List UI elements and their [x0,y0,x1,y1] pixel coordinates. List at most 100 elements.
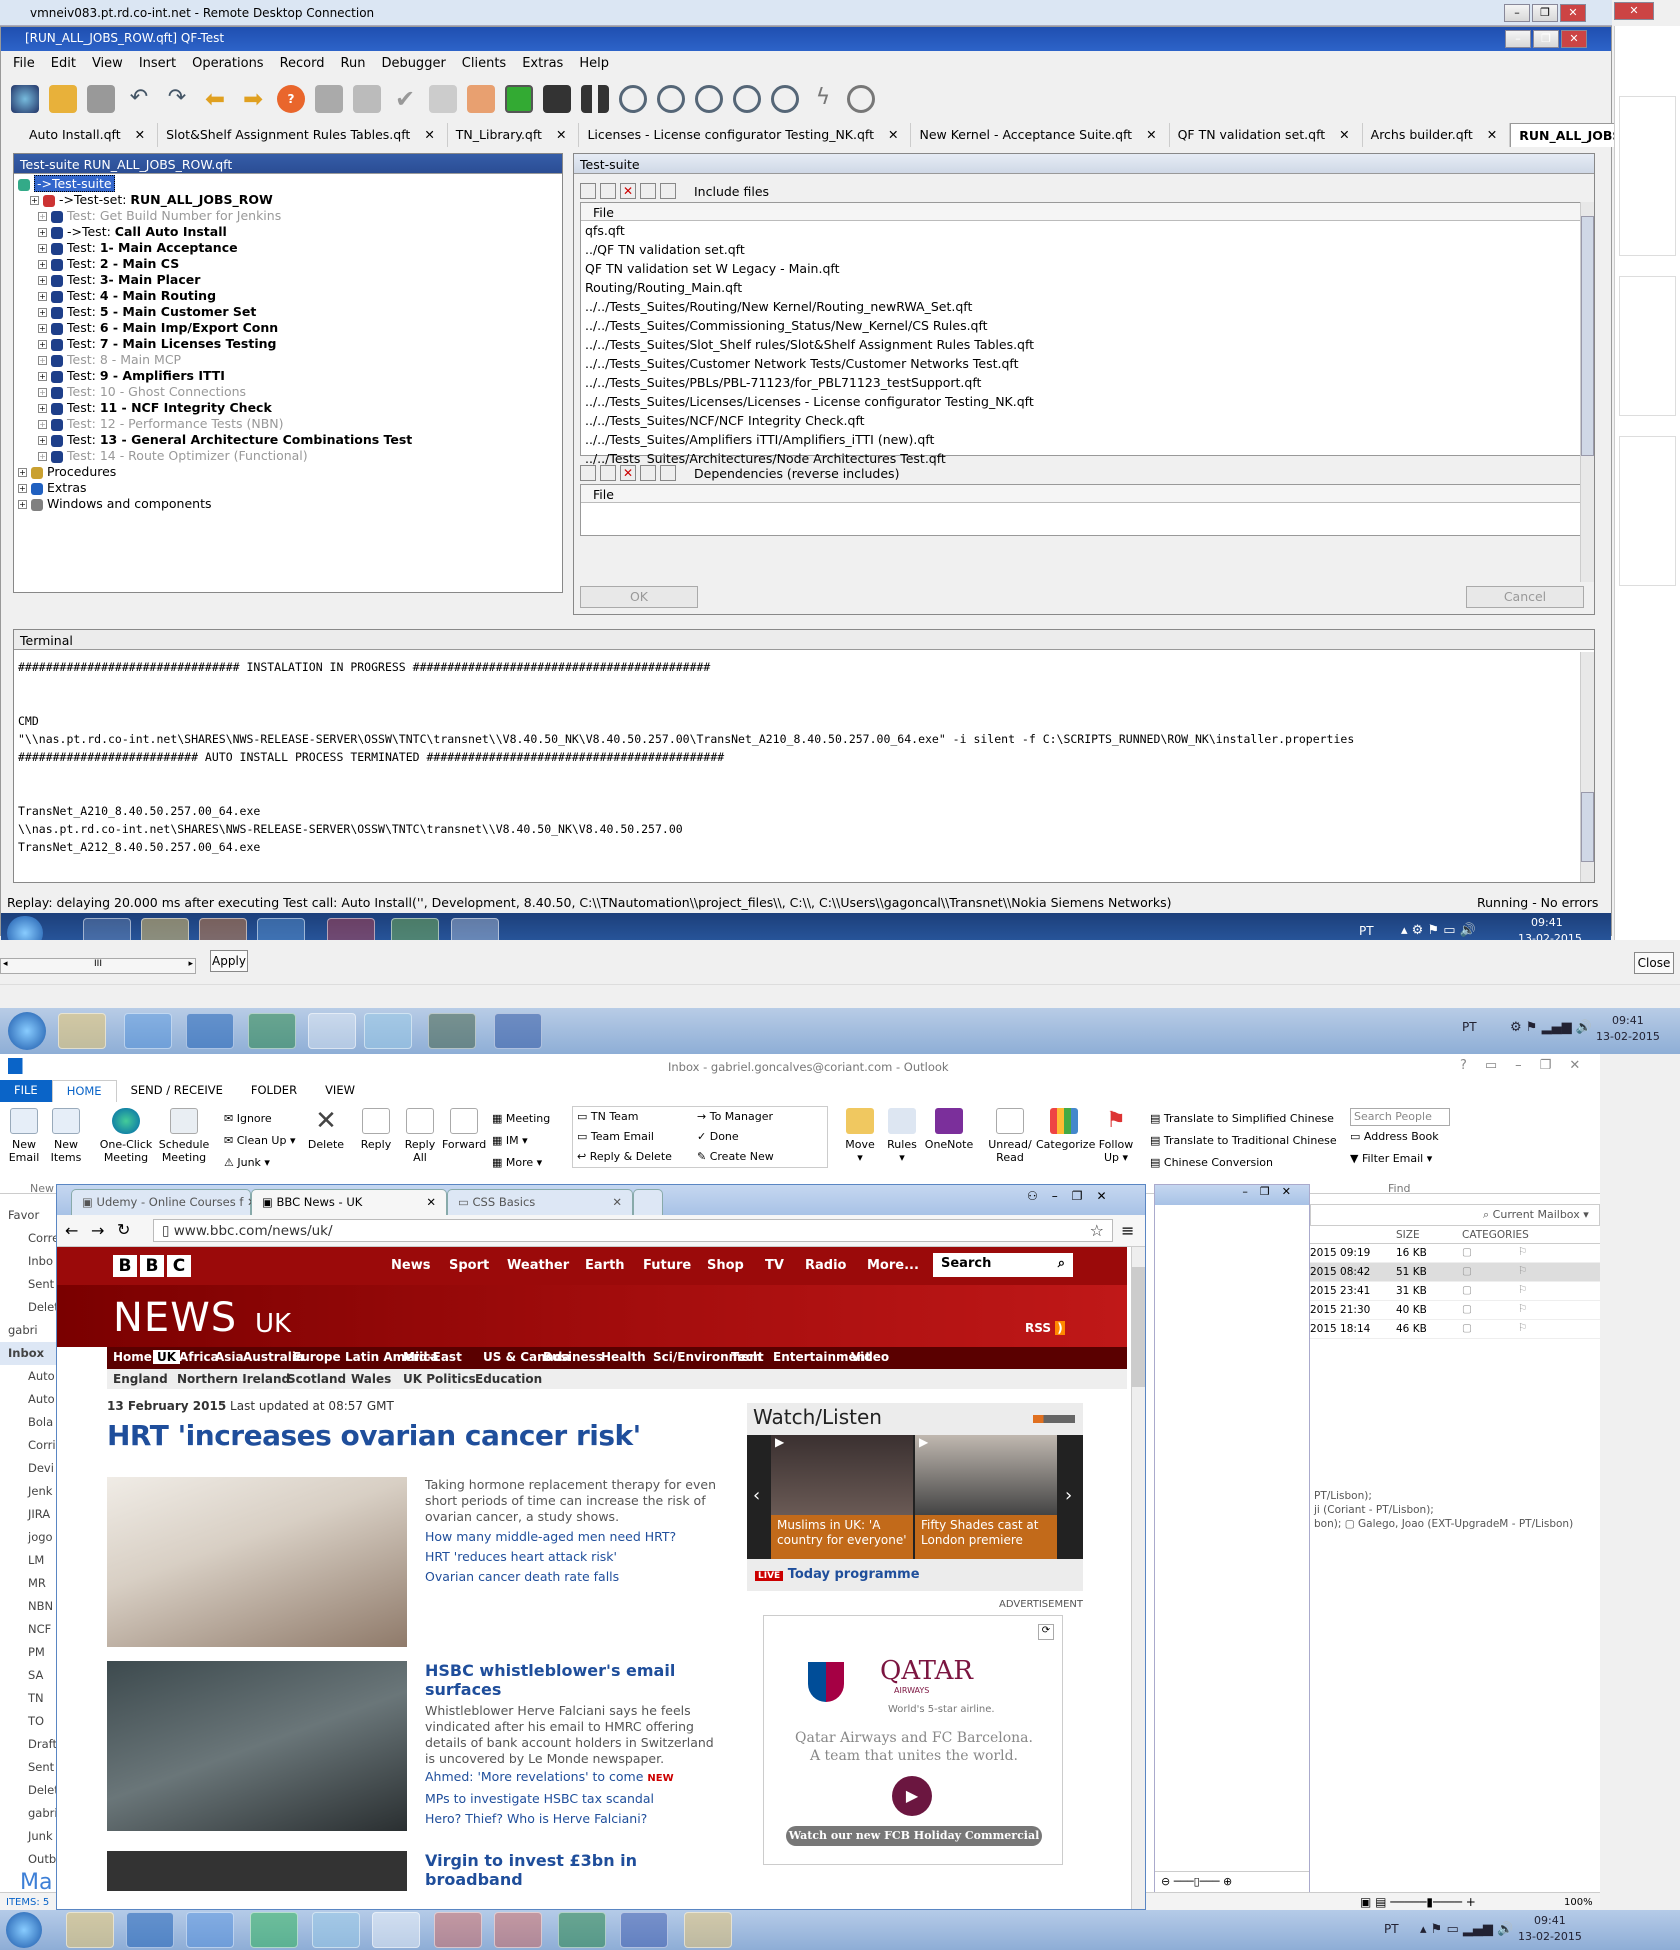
folder-item[interactable]: TN [0,1687,56,1710]
close-icon[interactable]: ✕ [135,127,145,142]
rules-button[interactable]: Rules ▾ [884,1108,920,1164]
lead-link-1[interactable]: How many middle-aged men need HRT? [425,1527,725,1547]
tray-language[interactable]: PT [1359,924,1374,938]
explorer-icon[interactable] [58,1013,106,1049]
save-icon[interactable] [87,85,115,113]
step-in-icon[interactable] [619,85,647,113]
quick-step-team-email[interactable]: ▭ Team Email [577,1127,697,1147]
tab-bbc-news[interactable]: ▣ BBC News - UK ✕ [251,1189,447,1215]
nav-shop[interactable]: Shop [707,1258,744,1273]
qatar-advert[interactable]: ⟳ QATAR AIRWAYS World's 5-star airline. … [763,1615,1063,1865]
size-column-header[interactable]: SIZE [1396,1229,1420,1241]
flag-icon[interactable]: ⚐ [1518,1246,1527,1258]
expand-icon[interactable]: + [38,356,47,365]
region-link[interactable]: Mid-East [403,1350,462,1364]
virgin-headline[interactable]: Virgin to invest £3bn in broadband [425,1851,667,1889]
nav-radio[interactable]: Radio [805,1258,846,1273]
categories-column-header[interactable]: CATEGORIES [1462,1229,1529,1241]
expand-icon[interactable]: + [18,500,27,509]
reply-button[interactable]: Reply [356,1108,396,1151]
redo-icon[interactable]: ↷ [163,85,191,113]
qf-minimize-button[interactable]: – [1505,30,1531,48]
tree-node[interactable]: + ->Test: Call Auto Install [18,224,558,240]
tree-node[interactable]: + ->Test-set: RUN_ALL_JOBS_ROW [18,192,558,208]
rdp-icon[interactable] [620,1912,668,1948]
im-button[interactable]: ▦ IM ▾ [492,1130,550,1152]
folder-item[interactable]: gabrie [0,1802,56,1825]
zoom-level[interactable]: 100% [1564,1897,1593,1908]
add-row-icon[interactable] [580,183,596,199]
filter-email-button[interactable]: ▼ Filter Email ▾ [1350,1148,1450,1170]
excel-icon[interactable] [558,1912,606,1948]
menu-view[interactable]: View [92,56,123,71]
include-file-row[interactable]: QF TN validation set W Legacy - Main.qft [581,259,1583,278]
continue-icon[interactable] [847,85,875,113]
mail-row[interactable]: 2015 08:42 51 KB ▢ ⚐ [1310,1263,1600,1282]
address-bar[interactable]: ▯ www.bbc.com/news/uk/☆ [153,1219,1113,1242]
folder-item[interactable]: Corri [0,1434,56,1457]
move-up-icon[interactable] [640,183,656,199]
restore-button[interactable]: ❐ [1532,4,1558,22]
hsbc-image[interactable] [107,1661,407,1831]
paint-icon[interactable] [684,1912,732,1948]
expand-icon[interactable]: + [38,372,47,381]
region-link[interactable]: UK [153,1350,181,1364]
hsbc-link-2[interactable]: MPs to investigate HSBC tax scandal [425,1789,725,1809]
tab-css-basics[interactable]: ▭ CSS Basics ✕ [447,1189,633,1215]
tree-node[interactable]: + Test: 3- Main Placer [18,272,558,288]
expand-icon[interactable]: + [38,260,47,269]
menu-debugger[interactable]: Debugger [381,56,445,71]
video-thumb-2[interactable]: ▶ [915,1435,1057,1515]
tree-node[interactable]: + Test: 5 - Main Customer Set [18,304,558,320]
nav-news[interactable]: News [391,1258,430,1273]
menu-extras[interactable]: Extras [522,56,563,71]
menu-icon[interactable]: ≡ [1121,1221,1134,1240]
help-icon[interactable]: ? [277,85,305,113]
close-dialog-button[interactable]: Close [1634,952,1674,974]
menu-record[interactable]: Record [280,56,325,71]
search-icon[interactable]: ⌕ [1058,1256,1065,1271]
notepad-icon[interactable] [312,1912,360,1948]
include-file-row[interactable]: ../../Tests_Suites/NCF/NCF Integrity Che… [581,411,1583,430]
suite-tree[interactable]: ->Test-suite + ->Test-set: RUN_ALL_JOBS_RO… [14,174,562,514]
tray-time[interactable]: 09:41 [1534,1914,1566,1927]
close-icon[interactable]: ✕ [888,127,898,142]
quick-step-tn-team[interactable]: ▭ TN Team [577,1107,697,1127]
clean-up-button[interactable]: ✉ Clean Up ▾ [224,1130,296,1152]
include-file-row[interactable]: ../../Tests_Suites/Amplifiers iTTI/Ampli… [581,430,1583,449]
folder-item[interactable]: PM [0,1641,56,1664]
tab-archs-builder[interactable]: Archs builder.qft ✕ [1363,123,1511,147]
tray-icons[interactable]: ▴ ⚑ ▭ ▂▄▆ 🔊 [1420,1922,1513,1937]
region-link[interactable]: Business [543,1350,603,1364]
folder-item[interactable]: Auto [0,1365,56,1388]
qf-maximize-button[interactable]: ❐ [1533,30,1559,48]
ad-watch-button[interactable]: Watch our new FCB Holiday Commercial [786,1826,1042,1846]
terminal-output[interactable]: ################################ INSTALA… [14,650,1594,864]
quick-step-create-new[interactable]: ✎ Create New [697,1147,817,1167]
include-file-row[interactable]: ../../Tests_Suites/Slot_Shelf rules/Slot… [581,335,1583,354]
include-file-row[interactable]: ../../Tests_Suites/Commissioning_Status/… [581,316,1583,335]
subregion-link[interactable]: UK Politics [403,1372,476,1386]
dependencies-table[interactable]: File [580,484,1584,536]
region-link[interactable]: Tech [731,1350,761,1364]
news-logo[interactable]: NEWS [113,1295,237,1341]
delete-row-icon[interactable]: ✕ [620,183,636,199]
chrome-icon[interactable] [434,1912,482,1948]
undo-icon[interactable]: ↶ [125,85,153,113]
host-close-button[interactable]: ✕ [1614,2,1654,20]
tray-date[interactable]: 13-02-2015 [1596,1030,1660,1043]
tree-node[interactable]: + Test: 12 - Performance Tests (NBN) [18,416,558,432]
lead-image[interactable] [107,1477,407,1647]
rdp-task-icon[interactable] [428,1013,476,1049]
tab-send-receive[interactable]: SEND / RECEIVE [117,1080,237,1102]
nav-more[interactable]: More... [867,1258,919,1273]
onenote-button[interactable]: OneNote [924,1108,974,1151]
check-icon[interactable]: ✔ [391,85,419,113]
cancel-button[interactable]: Cancel [1466,586,1584,608]
mail-row[interactable]: 2015 09:19 16 KB ▢ ⚐ [1310,1244,1600,1263]
nav-tv[interactable]: TV [765,1258,784,1273]
menu-help[interactable]: Help [579,56,609,71]
video-caption-1[interactable]: Muslims in UK: 'A country for everyone' [771,1515,913,1559]
include-file-row[interactable]: ../../Tests_Suites/Routing/New Kernel/Ro… [581,297,1583,316]
qftest-task-icon[interactable] [308,1013,356,1049]
